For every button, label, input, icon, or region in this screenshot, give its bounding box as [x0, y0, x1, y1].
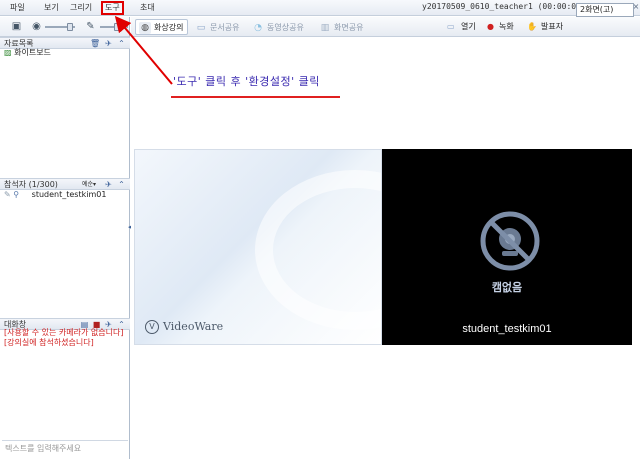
window-title: y20170509_0610_teacher1 (00:00:09): [422, 2, 586, 11]
delete-icon[interactable]: 🗑: [90, 39, 100, 48]
list-item[interactable]: ✎ ⚲ student_testkim01: [4, 190, 106, 200]
microphone-icon[interactable]: ✎: [84, 20, 97, 33]
menu-view[interactable]: 보기: [42, 2, 61, 14]
tab-label: 화상강의: [154, 23, 184, 32]
sort-dropdown[interactable]: 예순▾: [78, 180, 100, 189]
material-item-label: 화이트보드: [14, 48, 51, 57]
videoware-logo-icon: V: [145, 320, 159, 334]
record-icon: ●: [487, 22, 494, 31]
hand-icon: ✋: [527, 22, 537, 31]
tab-label: 동영상공유: [267, 23, 304, 32]
no-camera-icon: [480, 211, 540, 271]
pin-icon[interactable]: ✈: [104, 39, 113, 48]
folder-icon: ▭: [447, 22, 455, 31]
collapse-icon[interactable]: ⌃: [117, 180, 126, 189]
speaker-icon[interactable]: ◉: [30, 20, 43, 33]
chat-input[interactable]: 텍스트를 입력해주세요: [2, 440, 128, 456]
participant-name: student_testkim01: [31, 190, 107, 199]
tab-bar: ◍ 화상강의 ▭ 문서공유 ◔ 동영상공유 ▥ 화면공유 ▭ 열기 ● 녹화 ✋…: [131, 17, 640, 37]
annotation-underline: [171, 96, 340, 98]
chat-message: [사용할 수 있는 카메라가 없습니다]: [4, 328, 124, 337]
whiteboard-icon: ▨: [4, 48, 12, 57]
tab-label: 화면공유: [334, 23, 364, 32]
collapse-icon[interactable]: ⌃: [117, 39, 126, 48]
no-camera-label: 캠없음: [491, 281, 523, 294]
video-lecture-icon: ◍: [139, 22, 151, 34]
user-icon: ⚲: [13, 190, 20, 199]
mic-volume-knob[interactable]: [114, 23, 120, 31]
pin-icon[interactable]: ✈: [104, 180, 113, 189]
screen-layout-select[interactable]: 2화면(고): [576, 3, 634, 17]
video-panel-remote: 캠없음 student_testkim01: [382, 149, 632, 345]
audio-toolbar: ▣ ◉ ✎: [0, 17, 130, 37]
instruction-annotation: '도구' 클릭 후 '환경설정' 클릭: [173, 75, 320, 88]
tab-video-share[interactable]: ◔ 동영상공유: [248, 19, 309, 35]
background-swoosh: [255, 170, 381, 330]
left-sidebar: 자료목록 🗑 ✈ ⌃ ▨ 화이트보드 참석자 (1/300) 예순▾ ✈ ⌃ ✎…: [0, 37, 130, 459]
participants-panel-title: 참석자 (1/300): [4, 180, 58, 189]
record-button[interactable]: 녹화: [499, 20, 514, 34]
tab-label: 문서공유: [210, 23, 240, 32]
remote-username: student_testkim01: [462, 323, 552, 335]
menu-file[interactable]: 파일: [8, 2, 27, 14]
open-button[interactable]: 열기: [461, 20, 476, 34]
menu-tools[interactable]: 도구: [101, 1, 124, 15]
participants-panel-header: 참석자 (1/300) 예순▾ ✈ ⌃: [0, 178, 130, 190]
video-panel-local: V VideoWare: [134, 149, 382, 345]
brand-label: VideoWare: [163, 320, 224, 333]
screen-share-icon: ▥: [320, 23, 330, 33]
tab-document-share[interactable]: ▭ 문서공유: [191, 19, 244, 35]
chat-message: [강의실에 참석하셨습니다]: [4, 338, 94, 347]
menu-invite[interactable]: 초대: [138, 2, 157, 14]
document-share-icon: ▭: [196, 23, 206, 33]
list-item[interactable]: ▨ 화이트보드: [4, 48, 51, 58]
tab-video-lecture[interactable]: ◍ 화상강의: [135, 19, 189, 35]
camera-settings-icon[interactable]: ▣: [10, 20, 23, 33]
video-share-icon: ◔: [254, 23, 262, 33]
tab-screen-share[interactable]: ▥ 화면공유: [315, 19, 368, 35]
menu-draw[interactable]: 그리기: [68, 2, 94, 14]
pen-icon: ✎: [4, 190, 11, 199]
presenter-button[interactable]: 발표자: [541, 20, 563, 34]
menu-bar: 파일 보기 그리기 도구 초대 y20170509_0610_teacher1 …: [0, 0, 640, 16]
speaker-volume-knob[interactable]: [67, 23, 73, 31]
